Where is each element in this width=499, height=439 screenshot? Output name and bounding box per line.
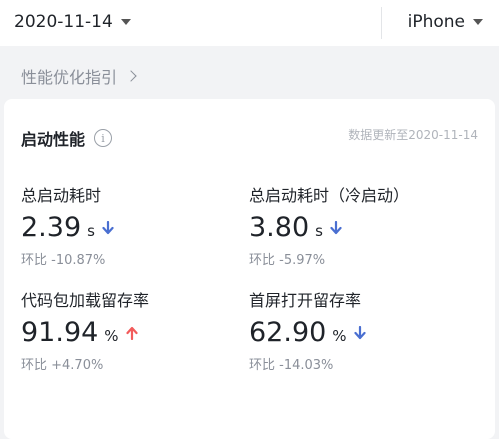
metric-unit: % [104, 327, 119, 345]
caret-down-icon [120, 19, 131, 25]
metric-compare: 环比 -14.03% [249, 358, 334, 373]
card-title-text: 启动性能 [21, 130, 86, 149]
metric-label: 代码包加载留存率 [21, 291, 150, 310]
data-updated-text: 数据更新至2020-11-14 [348, 128, 478, 142]
arrow-down-icon [353, 325, 366, 344]
performance-guide-link[interactable]: 性能优化指引 [21, 65, 137, 87]
metric-cold-startup-time: 总启动耗时（冷启动） 3.80 s 环比 -5.97% [249, 185, 479, 268]
metric-unit: s [315, 222, 323, 240]
guide-label: 性能优化指引 [21, 68, 118, 87]
metric-total-startup-time: 总启动耗时 2.39 s 环比 -10.87% [21, 185, 251, 268]
metric-label: 首屏打开留存率 [249, 291, 362, 310]
metric-label: 总启动耗时（冷启动） [249, 186, 410, 205]
metric-value: 2.39 [21, 212, 82, 243]
metric-code-package-retention: 代码包加载留存率 91.94 % 环比 +4.70% [21, 290, 251, 373]
caret-down-icon [473, 19, 483, 25]
metric-compare: 环比 -10.87% [21, 253, 106, 268]
metric-first-screen-retention: 首屏打开留存率 62.90 % 环比 -14.03% [249, 290, 479, 373]
metric-value: 3.80 [249, 212, 310, 243]
metric-compare: 环比 -5.97% [249, 253, 326, 268]
card-title: 启动性能 i [21, 127, 113, 149]
arrow-down-icon [102, 220, 114, 239]
top-bar: 2020-11-14 iPhone [0, 0, 499, 46]
arrow-up-icon [125, 325, 138, 344]
metric-compare: 环比 +4.70% [21, 358, 104, 373]
info-icon[interactable]: i [94, 129, 113, 147]
startup-performance-card: 启动性能 i 数据更新至2020-11-14 总启动耗时 2.39 s 环比 -… [4, 99, 495, 439]
metric-unit: % [332, 327, 347, 345]
arrow-down-icon [330, 220, 342, 239]
metric-value: 62.90 [249, 317, 327, 348]
device-selector[interactable]: iPhone [408, 10, 483, 34]
metric-value: 91.94 [21, 317, 99, 348]
metric-unit: s [87, 222, 95, 240]
divider [381, 7, 382, 39]
device-value: iPhone [407, 12, 465, 32]
date-value: 2020-11-14 [14, 12, 113, 32]
chevron-right-icon [125, 70, 137, 82]
date-selector[interactable]: 2020-11-14 [14, 10, 131, 34]
metric-label: 总启动耗时 [21, 186, 102, 205]
